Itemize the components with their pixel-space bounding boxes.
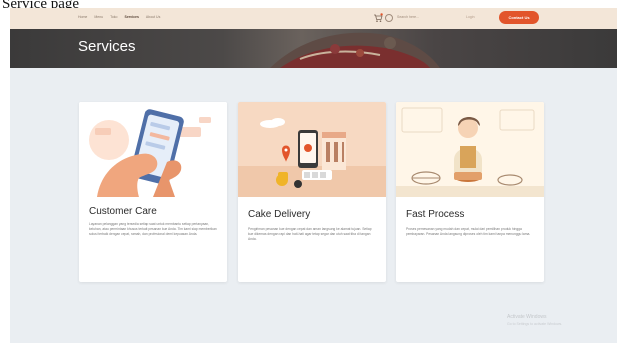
login-link[interactable]: Login bbox=[466, 15, 475, 19]
navbar: Home Menu Toko Services About Us Search … bbox=[10, 8, 617, 29]
card-title: Customer Care bbox=[89, 206, 157, 217]
watermark-subtitle: Go to Settings to activate Windows. bbox=[507, 322, 563, 326]
nav-link-menu[interactable]: Menu bbox=[94, 15, 103, 19]
card-description: Proses pemesanan yang mudah dan cepat, m… bbox=[406, 227, 531, 237]
user-icon[interactable] bbox=[385, 14, 393, 22]
card-title: Fast Process bbox=[406, 209, 465, 220]
nav-links: Home Menu Toko Services About Us bbox=[78, 15, 160, 19]
search-field[interactable]: Search here... bbox=[397, 15, 445, 21]
hero-banner: Services bbox=[10, 29, 617, 68]
service-card-customer-care: Customer Care Layanan pelanggan yang ter… bbox=[79, 102, 227, 282]
nav-link-services[interactable]: Services bbox=[125, 15, 139, 19]
fast-process-illustration bbox=[396, 102, 544, 197]
cake-delivery-illustration bbox=[238, 102, 386, 197]
contact-us-button[interactable]: Contact Us bbox=[499, 11, 539, 24]
service-card-cake-delivery: Cake Delivery Pengiriman pesanan kue den… bbox=[238, 102, 386, 282]
cart-icon[interactable] bbox=[373, 13, 383, 23]
service-card-fast-process: Fast Process Proses pemesanan yang mudah… bbox=[396, 102, 544, 282]
card-title: Cake Delivery bbox=[248, 209, 311, 220]
customer-care-illustration bbox=[79, 102, 227, 197]
nav-link-about[interactable]: About Us bbox=[146, 15, 160, 19]
page-title: Services bbox=[78, 38, 136, 55]
windows-activation-watermark: Activate Windows Go to Settings to activ… bbox=[507, 314, 597, 326]
nav-link-toko[interactable]: Toko bbox=[110, 15, 117, 19]
services-page: Home Menu Toko Services About Us Search … bbox=[10, 8, 617, 343]
card-description: Pengiriman pesanan kue dengan cepat dan … bbox=[248, 227, 372, 242]
cake-banner-image bbox=[270, 32, 440, 68]
card-description: Layanan pelanggan yang tersedia setiap s… bbox=[89, 222, 217, 237]
nav-link-home[interactable]: Home bbox=[78, 15, 87, 19]
watermark-title: Activate Windows bbox=[507, 314, 547, 320]
